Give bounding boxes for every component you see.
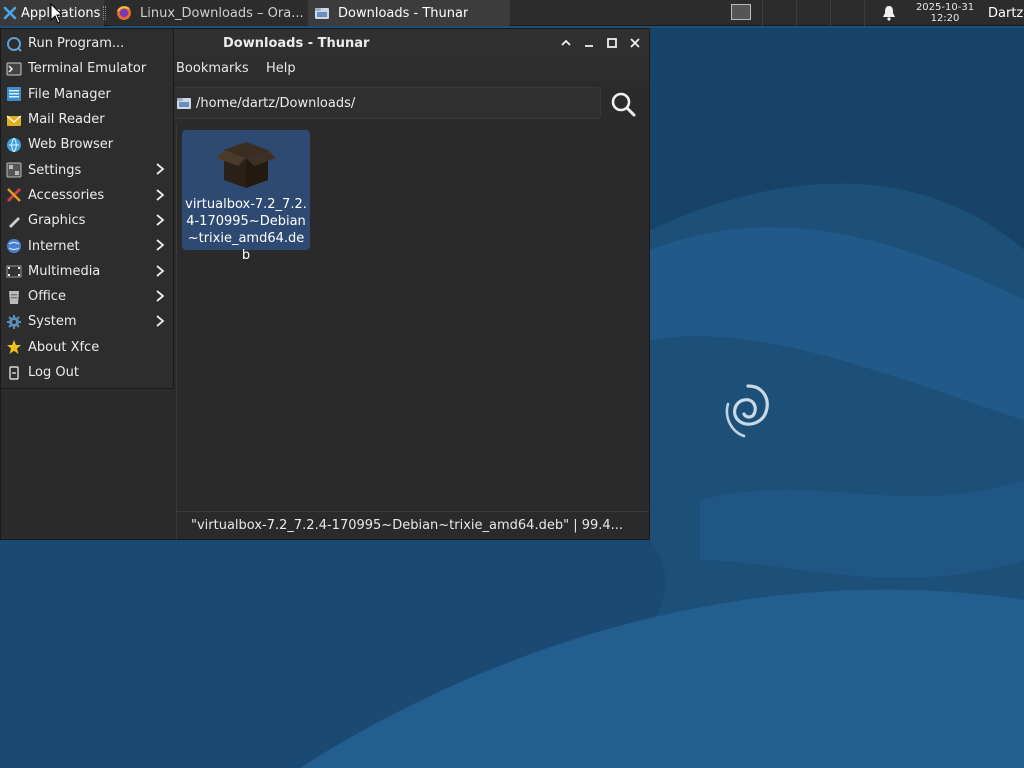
search-icon <box>611 92 636 117</box>
xfce-logo-icon <box>3 6 17 20</box>
mail-icon <box>6 112 22 128</box>
status-text: "virtualbox-7.2_7.2.4-170995~Debian~trix… <box>191 518 624 533</box>
workspace-switcher[interactable] <box>731 4 751 20</box>
multimedia-icon <box>6 263 22 279</box>
chevron-right-icon <box>155 289 165 307</box>
menu-item-terminal-emulator[interactable]: Terminal Emulator <box>1 56 173 81</box>
menu-item-label: System <box>28 314 77 330</box>
top-panel: Applications Linux_Downloads – Ora... Do… <box>0 0 1024 26</box>
chevron-right-icon <box>155 238 165 256</box>
accessories-icon <box>6 187 22 203</box>
settings-icon <box>6 162 22 178</box>
menu-item-log-out[interactable]: Log Out <box>1 360 173 385</box>
chevron-right-icon <box>155 162 165 180</box>
package-icon <box>216 142 276 188</box>
notifications-bell-icon[interactable] <box>882 0 898 26</box>
menu-item-office[interactable]: Office <box>1 284 173 309</box>
menu-bookmarks[interactable]: Bookmarks <box>176 61 249 76</box>
panel-divider <box>762 0 763 26</box>
about-star-icon <box>6 339 22 355</box>
menu-item-label: Office <box>28 289 66 305</box>
file-manager-icon <box>6 86 22 102</box>
menu-item-settings[interactable]: Settings <box>1 157 173 182</box>
menu-item-label: Accessories <box>28 187 105 203</box>
clock-time: 12:20 <box>930 13 960 24</box>
menu-item-accessories[interactable]: Accessories <box>1 183 173 208</box>
minimize-icon <box>585 45 593 47</box>
minimize-button[interactable] <box>581 35 597 51</box>
system-icon <box>6 314 22 330</box>
log-out-icon <box>6 365 22 381</box>
chevron-right-icon <box>155 264 165 282</box>
user-name: Dartz <box>988 5 1024 21</box>
location-field[interactable]: /home/dartz/Downloads/ <box>171 87 601 119</box>
maximize-button[interactable] <box>604 35 620 51</box>
user-menu[interactable]: Dartz <box>988 0 1023 26</box>
close-icon <box>630 38 640 48</box>
folder-icon <box>177 98 191 109</box>
menu-item-label: Multimedia <box>28 263 101 279</box>
folder-icon <box>315 8 329 19</box>
menu-help[interactable]: Help <box>266 61 296 76</box>
menu-item-label: Run Program... <box>28 36 125 52</box>
file-name: virtualbox-7.2_7.2.4-170995~Debian~trixi… <box>185 197 307 263</box>
menu-item-label: About Xfce <box>28 339 100 355</box>
close-button[interactable] <box>627 35 643 51</box>
clock-date: 2025-10-31 <box>915 2 975 13</box>
search-button[interactable] <box>609 91 637 119</box>
taskbar-item-label: Linux_Downloads – Ora... <box>140 5 304 21</box>
panel-divider <box>830 0 831 26</box>
menu-item-label: Log Out <box>28 365 79 380</box>
menu-item-internet[interactable]: Internet <box>1 233 173 258</box>
menu-item-mail-reader[interactable]: Mail Reader <box>1 107 173 132</box>
panel-separator <box>103 6 106 20</box>
menu-item-label: Web Browser <box>28 137 114 153</box>
menu-item-file-manager[interactable]: File Manager <box>1 82 173 107</box>
file-item[interactable]: virtualbox-7.2_7.2.4-170995~Debian~trixi… <box>182 130 310 263</box>
file-view[interactable]: virtualbox-7.2_7.2.4-170995~Debian~trixi… <box>177 125 649 511</box>
menu-item-system[interactable]: System <box>1 309 173 334</box>
menu-item-label: Settings <box>28 162 82 178</box>
taskbar-item-thunar[interactable]: Downloads - Thunar <box>308 0 510 26</box>
taskbar-item-firefox[interactable]: Linux_Downloads – Ora... <box>110 0 308 26</box>
clock[interactable]: 2025-10-31 12:20 <box>910 0 980 26</box>
menu-item-label: Internet <box>28 238 80 254</box>
mouse-cursor-icon <box>50 3 64 24</box>
office-icon <box>6 289 22 305</box>
internet-icon <box>6 238 22 254</box>
menu-item-label: Terminal Emulator <box>28 61 147 77</box>
menu-item-label: File Manager <box>28 86 111 102</box>
terminal-icon <box>6 61 22 77</box>
panel-divider <box>796 0 797 26</box>
firefox-icon <box>117 6 131 20</box>
location-path: /home/dartz/Downloads/ <box>196 95 356 111</box>
menu-item-label: Mail Reader <box>28 112 105 128</box>
chevron-up-icon <box>561 39 571 46</box>
window-title: Downloads - Thunar <box>223 36 370 51</box>
maximize-icon <box>607 38 617 48</box>
web-browser-icon <box>6 137 22 153</box>
chevron-right-icon <box>155 314 165 332</box>
chevron-right-icon <box>155 188 165 206</box>
panel-divider <box>864 0 865 26</box>
menu-item-run-program[interactable]: Run Program... <box>1 31 173 56</box>
menu-item-graphics[interactable]: Graphics <box>1 208 173 233</box>
shade-button[interactable] <box>558 35 574 51</box>
chevron-right-icon <box>155 213 165 231</box>
run-program-icon <box>6 36 22 52</box>
status-bar: "virtualbox-7.2_7.2.4-170995~Debian~trix… <box>177 511 649 539</box>
menu-item-multimedia[interactable]: Multimedia <box>1 259 173 284</box>
applications-menu: Run Program... Terminal Emulator File Mana… <box>0 28 174 389</box>
menu-item-about-xfce[interactable]: About Xfce <box>1 335 173 360</box>
graphics-icon <box>6 213 22 229</box>
menu-item-label: Graphics <box>28 213 86 229</box>
menu-item-web-browser[interactable]: Web Browser <box>1 132 173 157</box>
taskbar-item-label: Downloads - Thunar <box>338 5 469 21</box>
